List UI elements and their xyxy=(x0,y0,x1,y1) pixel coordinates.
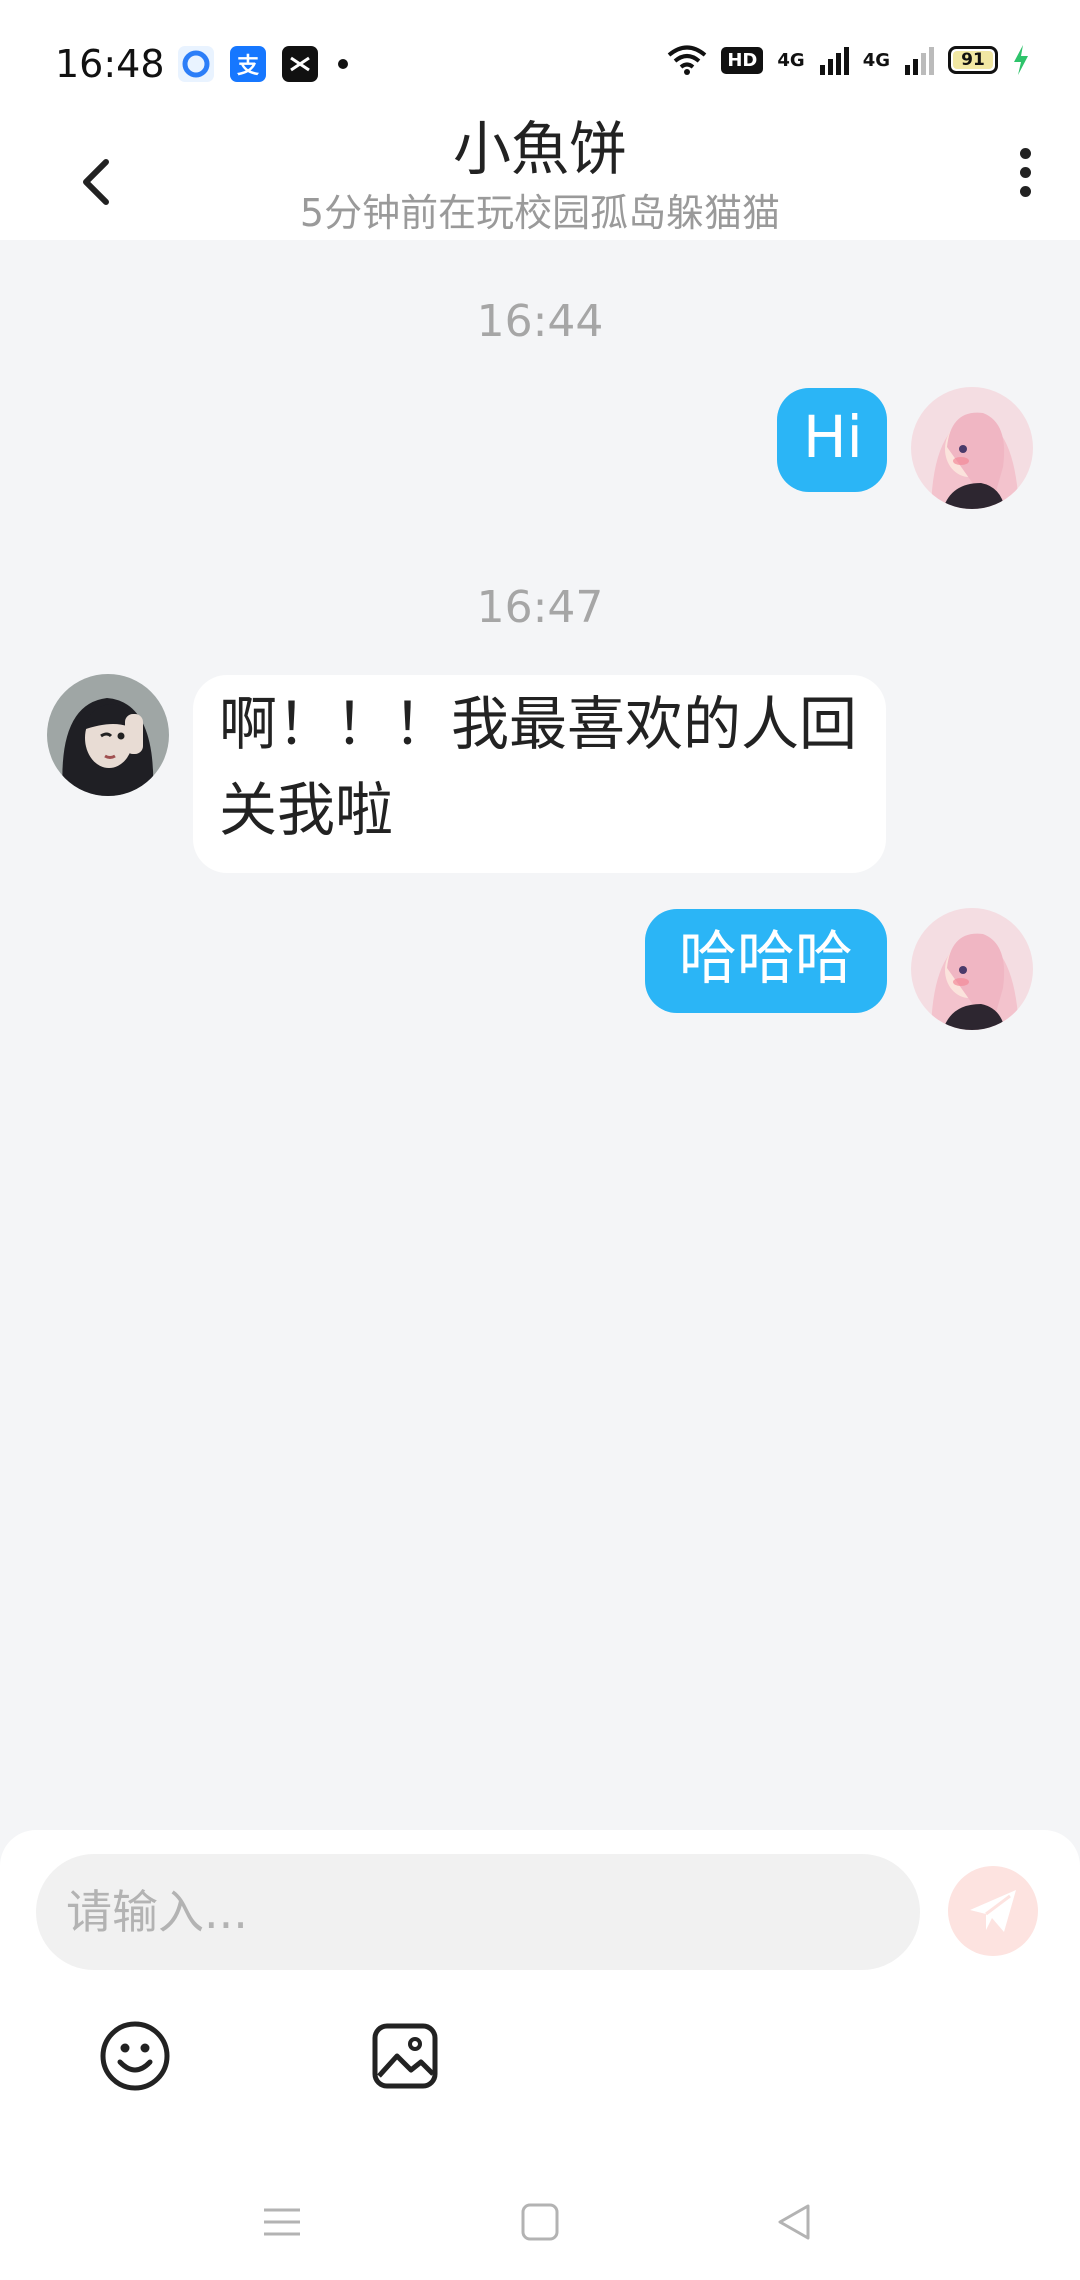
my-avatar[interactable] xyxy=(911,387,1033,509)
menu-icon xyxy=(264,2208,300,2236)
composer-panel xyxy=(0,1830,1080,2160)
signal-1-icon xyxy=(819,47,849,75)
battery-indicator: 91 xyxy=(948,46,998,74)
message-input[interactable] xyxy=(36,1854,920,1970)
signal-1-label: 4G xyxy=(777,49,805,71)
alipay-icon: 支 xyxy=(230,46,266,82)
nav-home-button[interactable] xyxy=(518,2200,562,2244)
message-text: 哈哈哈 xyxy=(678,924,853,992)
my-avatar[interactable] xyxy=(911,908,1033,1030)
image-icon xyxy=(372,2023,438,2089)
wifi-icon xyxy=(668,45,707,75)
message-text: 啊！！！我最喜欢的人回关我啦 xyxy=(219,690,858,844)
message-bubble-outgoing[interactable]: Hi xyxy=(777,388,887,492)
image-button[interactable] xyxy=(367,2018,443,2094)
battery-level: 91 xyxy=(961,50,985,70)
chat-header: 小魚饼 5分钟前在玩校园孤岛躲猫猫 xyxy=(0,115,1080,240)
nav-menu-button[interactable] xyxy=(260,2200,304,2244)
back-triangle-icon xyxy=(778,2204,810,2240)
browser-icon xyxy=(178,46,214,82)
system-nav-bar xyxy=(0,2160,1080,2280)
capcut-icon xyxy=(282,46,318,82)
message-timestamp: 16:44 xyxy=(476,296,604,347)
message-bubble-incoming[interactable]: 啊！！！我最喜欢的人回关我啦 xyxy=(193,675,886,873)
emoji-button[interactable] xyxy=(97,2018,173,2094)
more-vertical-icon xyxy=(1010,148,1040,197)
signal-2-label: 4G xyxy=(862,49,890,71)
contact-avatar[interactable] xyxy=(47,674,169,796)
paper-plane-icon xyxy=(970,1890,1016,1932)
send-button[interactable] xyxy=(948,1866,1038,1956)
message-text: Hi xyxy=(803,403,863,471)
signal-2-icon xyxy=(905,47,934,75)
charging-icon xyxy=(1014,45,1028,75)
nav-back-button[interactable] xyxy=(772,2200,816,2244)
message-timestamp: 16:47 xyxy=(476,582,604,633)
home-square-icon xyxy=(521,2203,559,2241)
contact-name: 小魚饼 xyxy=(452,115,627,183)
emoji-icon xyxy=(100,2021,170,2091)
contact-status: 5分钟前在玩校园孤岛躲猫猫 xyxy=(299,191,781,235)
message-bubble-outgoing[interactable]: 哈哈哈 xyxy=(645,909,887,1013)
status-time: 16:48 xyxy=(55,42,165,86)
notification-dot xyxy=(338,59,348,69)
hd-badge: HD xyxy=(721,46,764,74)
more-options-button[interactable] xyxy=(1010,140,1040,210)
status-indicators: HD 4G 4G 91 xyxy=(667,44,1030,76)
status-app-icons: 支 xyxy=(178,46,348,82)
